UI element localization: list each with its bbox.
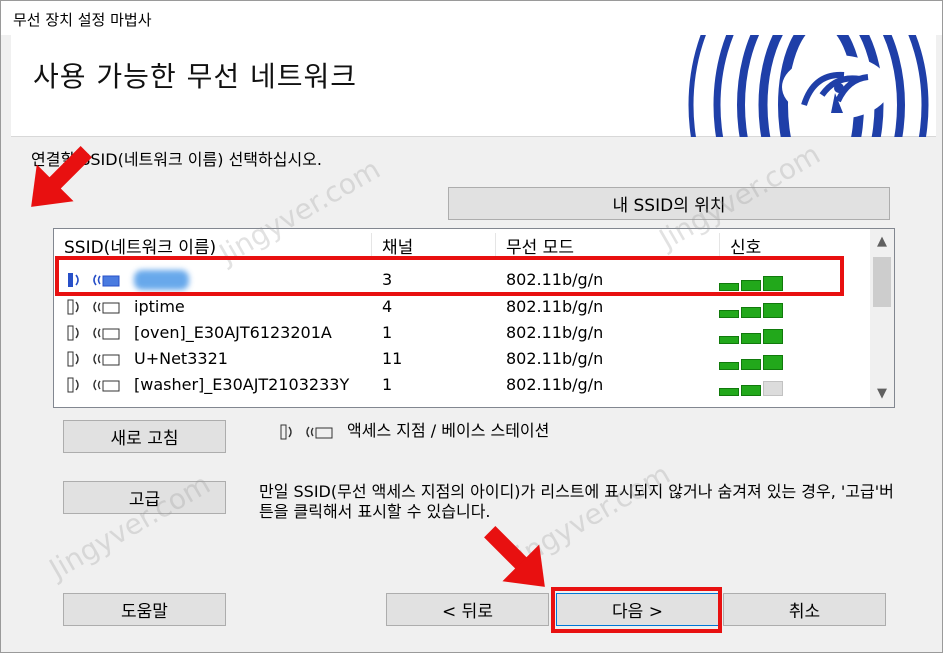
row-channel: 1 xyxy=(382,375,393,394)
row-ssid: [oven]_E30AJT6123201A xyxy=(134,323,332,342)
list-item[interactable]: [washer]_E30AJT2103233Y 1 802.11b/g/n xyxy=(54,372,869,398)
list-item[interactable]: [oven]_E30AJT6123201A 1 802.11b/g/n xyxy=(54,320,869,346)
network-list[interactable]: SSID(네트워크 이름) 채널 무선 모드 신호 3 802.11b/g/n xyxy=(53,228,895,408)
signal-strength-icon xyxy=(719,351,785,370)
row-ssid: U+Net3321 xyxy=(134,349,228,368)
advanced-note-text: 만일 SSID(무선 액세스 지점의 아이디)가 리스트에 표시되지 않거나 숨… xyxy=(259,482,894,521)
row-channel: 11 xyxy=(382,349,403,368)
access-point-icon xyxy=(280,424,333,440)
row-channel: 1 xyxy=(382,323,393,342)
signal-strength-icon xyxy=(719,325,785,344)
access-point-icon xyxy=(67,299,120,315)
list-header: SSID(네트워크 이름) 채널 무선 모드 신호 xyxy=(54,229,874,258)
cancel-button[interactable]: 취소 xyxy=(723,593,886,626)
scroll-thumb[interactable] xyxy=(873,257,891,307)
window-title: 무선 장치 설정 마법사 xyxy=(1,1,942,35)
refresh-button[interactable]: 새로 고침 xyxy=(63,420,226,453)
page-title: 사용 가능한 무선 네트워크 xyxy=(33,60,358,93)
row-mode: 802.11b/g/n xyxy=(506,349,604,368)
column-signal[interactable]: 신호 xyxy=(720,233,870,258)
wireless-logo-icon xyxy=(688,35,929,137)
highlight-box-next-button xyxy=(551,587,722,633)
list-item[interactable]: iptime 4 802.11b/g/n xyxy=(54,294,869,320)
column-ssid[interactable]: SSID(네트워크 이름) xyxy=(54,233,372,258)
access-point-icon xyxy=(67,377,120,393)
wizard-window: 무선 장치 설정 마법사 사용 가능한 무선 네트워크 연결할 SSID(네트워… xyxy=(0,0,943,653)
row-mode: 802.11b/g/n xyxy=(506,375,604,394)
signal-strength-icon xyxy=(719,299,785,318)
access-point-icon xyxy=(67,325,120,341)
advanced-button[interactable]: 고급 xyxy=(63,481,226,514)
row-mode: 802.11b/g/n xyxy=(506,297,604,316)
red-arrow-icon xyxy=(31,146,92,207)
highlight-box-selected-row xyxy=(55,256,844,296)
scroll-up-arrow-icon[interactable]: ▲ xyxy=(870,231,894,253)
list-item[interactable]: U+Net3321 11 802.11b/g/n xyxy=(54,346,869,372)
row-ssid: [washer]_E30AJT2103233Y xyxy=(134,375,350,394)
row-channel: 4 xyxy=(382,297,393,316)
scroll-down-arrow-icon[interactable]: ▼ xyxy=(870,383,894,405)
legend-text: 액세스 지점 / 베이스 스테이션 xyxy=(347,421,550,440)
ssid-location-button[interactable]: 내 SSID의 위치 xyxy=(448,187,890,220)
column-mode[interactable]: 무선 모드 xyxy=(496,233,720,258)
help-button[interactable]: 도움말 xyxy=(63,593,226,626)
row-ssid: iptime xyxy=(134,297,185,316)
red-arrow-icon xyxy=(484,526,545,587)
column-channel[interactable]: 채널 xyxy=(372,233,496,258)
list-scrollbar[interactable]: ▲ ▼ xyxy=(870,229,894,407)
header-banner: 사용 가능한 무선 네트워크 xyxy=(11,35,936,137)
access-point-icon xyxy=(67,351,120,367)
row-mode: 802.11b/g/n xyxy=(506,323,604,342)
signal-strength-icon xyxy=(719,377,785,396)
